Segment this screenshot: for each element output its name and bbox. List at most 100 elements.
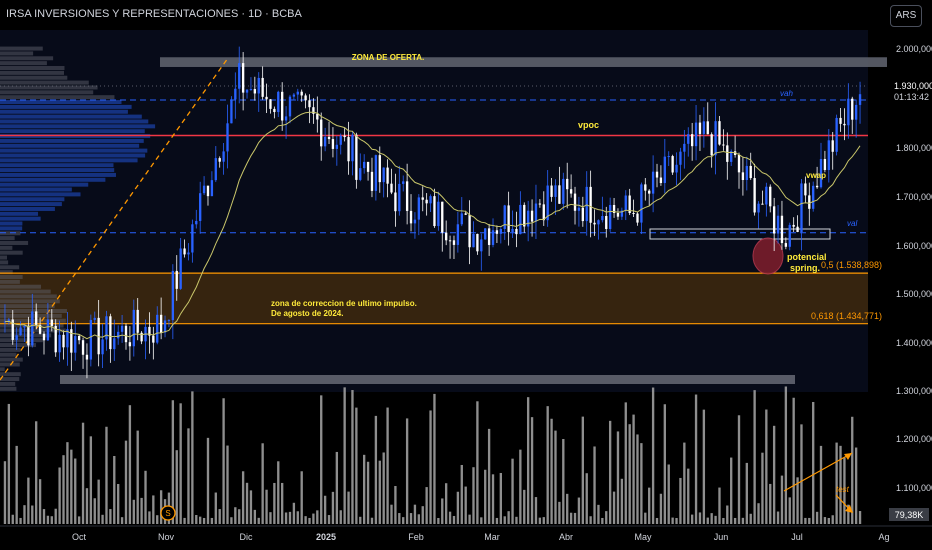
time-label: Feb: [408, 532, 424, 542]
volume-bar: [679, 477, 682, 524]
volume-bar: [11, 514, 14, 524]
volume-bar: [214, 492, 217, 524]
volume-bar: [464, 486, 467, 524]
volume-bar: [304, 516, 307, 524]
currency-button[interactable]: ARS: [890, 5, 922, 27]
candle-body: [355, 134, 358, 180]
volume-profile-bar: [0, 381, 16, 386]
volume-bar: [292, 502, 296, 524]
volume-profile-bar: [0, 56, 54, 61]
volume-bar: [737, 415, 741, 524]
volume-profile-bar: [0, 377, 20, 382]
candle-body: [152, 335, 155, 343]
candle-body: [202, 185, 206, 194]
candle-body: [15, 335, 18, 340]
volume-profile-bar: [0, 124, 156, 129]
candle-body: [206, 185, 210, 197]
candle-body: [46, 319, 50, 341]
volume-bar: [589, 516, 592, 524]
volume-profile-bar: [0, 231, 21, 236]
volume-profile-bar: [0, 46, 43, 51]
volume-profile-bar: [0, 343, 37, 348]
dividend-marker-label: S: [165, 509, 170, 518]
volume-bar: [444, 483, 448, 524]
volume-bar: [780, 475, 784, 524]
candle-body: [339, 135, 342, 145]
volume-bar: [472, 467, 475, 524]
candle-body: [667, 156, 670, 158]
volume-bar: [187, 428, 190, 524]
volume-bar: [19, 517, 22, 524]
candle-body: [827, 140, 830, 171]
volume-bar: [655, 517, 659, 524]
volume-bar: [241, 471, 245, 524]
candle-body: [519, 204, 522, 235]
chart-canvas[interactable]: ZONA DE OFERTA. vah vpoc val vwap potenc…: [0, 0, 932, 550]
candle-body: [702, 121, 706, 134]
candle-body: [117, 331, 120, 339]
candle-body: [113, 338, 116, 350]
volume-bar: [726, 505, 729, 524]
volume-bar: [366, 461, 370, 524]
volume-profile-bar: [0, 255, 8, 260]
volume-bar: [218, 509, 221, 524]
volume-bar: [542, 517, 545, 524]
last-price-value: 1.930,000: [894, 81, 932, 91]
volume-bar: [234, 507, 237, 524]
candle-body: [413, 219, 417, 224]
candle-body: [304, 95, 307, 101]
candle-body: [171, 270, 175, 321]
volume-bar: [257, 517, 260, 524]
volume-bar: [632, 414, 635, 524]
candle-body: [608, 204, 612, 229]
correction-label-2: De agosto de 2024.: [271, 309, 343, 318]
volume-bar: [808, 517, 811, 524]
candle-body: [499, 228, 503, 234]
volume-profile-bar: [0, 338, 43, 343]
bottom-range-box: [60, 375, 795, 384]
fib-0-5-label: 0,5 (1.538,898): [821, 260, 882, 270]
candle-body: [538, 203, 542, 205]
volume-bar: [132, 499, 135, 524]
volume-bar: [66, 442, 69, 524]
volume-bar: [487, 428, 491, 524]
candle-body: [765, 186, 768, 205]
spring-label-2: spring.: [790, 263, 820, 273]
candle-body: [624, 195, 627, 211]
volume-bar: [199, 516, 202, 524]
volume-bar: [819, 445, 823, 524]
volume-profile-bar: [0, 309, 67, 314]
candle-body: [644, 184, 647, 191]
volume-profile-bar: [0, 168, 115, 173]
volume-profile-bar: [0, 104, 132, 109]
candle-body: [577, 207, 581, 211]
candle-body: [249, 89, 253, 91]
volume-bar: [815, 511, 819, 524]
volume-profile-bar: [0, 114, 142, 119]
volume-profile-bar: [0, 129, 145, 134]
vwap-label: vwap: [806, 171, 826, 180]
volume-bar: [710, 513, 713, 524]
volume-bar: [636, 434, 639, 524]
price-tick: 1.300,000: [896, 386, 932, 396]
volume-bar: [687, 468, 690, 524]
price-tick: 2.000,000: [896, 44, 932, 54]
candle-body: [316, 113, 319, 120]
volume-bar: [706, 517, 709, 524]
candle-body: [128, 342, 132, 347]
volume-bar: [31, 505, 34, 524]
candle-body: [241, 63, 245, 93]
candle-body: [593, 222, 596, 225]
candle-body: [35, 311, 38, 326]
volume-bar: [769, 483, 772, 524]
candle-body: [222, 151, 225, 162]
candle-body: [331, 139, 335, 149]
volume-bar: [46, 515, 50, 524]
candle-body: [675, 164, 678, 173]
candle-body: [718, 121, 721, 145]
candle-body: [804, 183, 807, 196]
candle-body: [511, 228, 514, 233]
volume-bar: [827, 517, 830, 524]
candle-body: [281, 91, 284, 121]
candle-body: [343, 135, 346, 138]
